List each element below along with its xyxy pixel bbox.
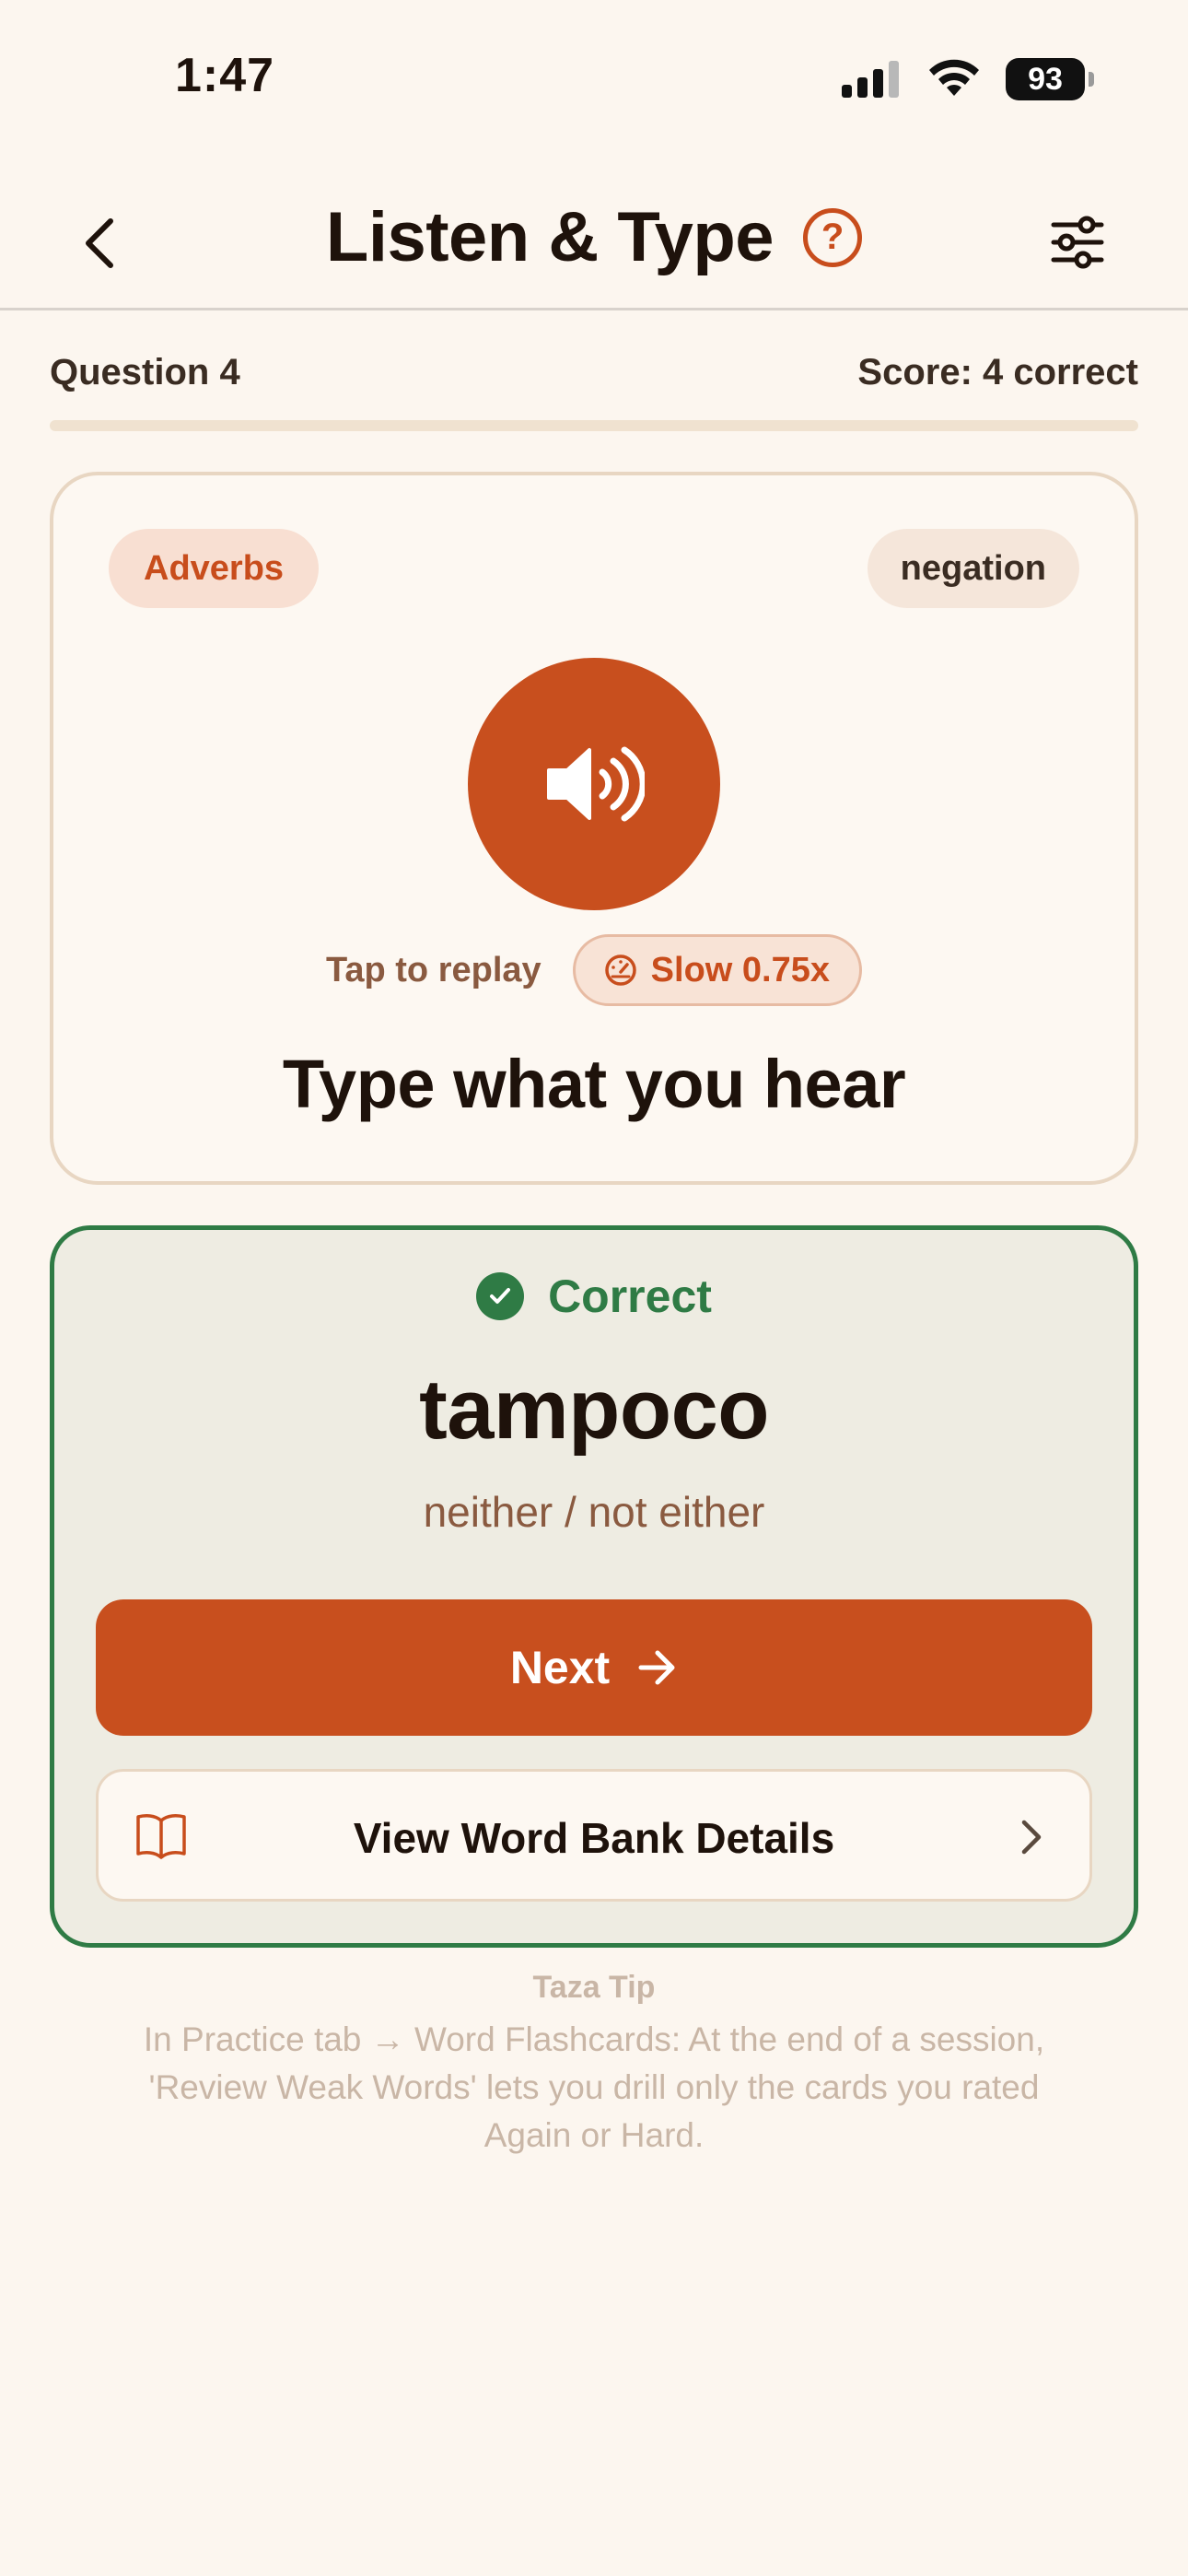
speaker-icon — [547, 746, 645, 822]
header-divider — [0, 308, 1188, 310]
category-tag: Adverbs — [109, 529, 320, 608]
status-icons: 93 — [842, 53, 1094, 105]
tip-title: Taza Tip — [532, 1970, 656, 2005]
tip-body: In Practice tab → Word Flashcards: At th… — [143, 2020, 1045, 2154]
result-status-row: Correct — [0, 1270, 1188, 1323]
wifi-icon — [929, 59, 979, 96]
page-title: Listen & Type — [325, 198, 775, 276]
replay-label[interactable]: Tap to replay — [326, 951, 542, 990]
next-button[interactable]: Next — [96, 1599, 1092, 1736]
speed-label: Slow 0.75x — [650, 950, 830, 989]
view-word-bank-label[interactable]: View Word Bank Details — [0, 1813, 1188, 1863]
progress-bar — [50, 420, 1138, 431]
result-status: Correct — [548, 1270, 712, 1322]
answer-word: tampoco — [419, 1363, 769, 1457]
play-audio-button[interactable] — [468, 658, 720, 910]
chevron-right-icon — [1021, 1820, 1042, 1855]
question-counter: Question 4 — [50, 352, 240, 392]
slow-speed-toggle[interactable]: Slow 0.75x — [572, 934, 862, 1006]
score-label: Score: 4 correct — [857, 352, 1138, 392]
header: Listen & Type ? — [0, 197, 1188, 277]
settings-button[interactable] — [1041, 210, 1114, 275]
prompt-text: Type what you hear — [282, 1046, 906, 1122]
next-label: Next — [509, 1642, 611, 1693]
settings-sliders-icon — [1051, 216, 1104, 269]
replay-row: Tap to replay Slow 0.75x — [0, 934, 1188, 1006]
help-icon[interactable]: ? — [803, 207, 863, 267]
check-circle-icon — [476, 1272, 525, 1320]
status-time: 1:47 — [175, 49, 275, 102]
topic-tag: negation — [867, 529, 1079, 608]
battery-level: 93 — [1028, 61, 1063, 97]
arrow-right-icon — [638, 1650, 675, 1685]
speedometer-icon — [604, 954, 636, 986]
answer-translation: neither / not either — [423, 1488, 765, 1536]
signal-icon — [842, 61, 899, 98]
battery-icon: 93 — [1006, 58, 1094, 100]
